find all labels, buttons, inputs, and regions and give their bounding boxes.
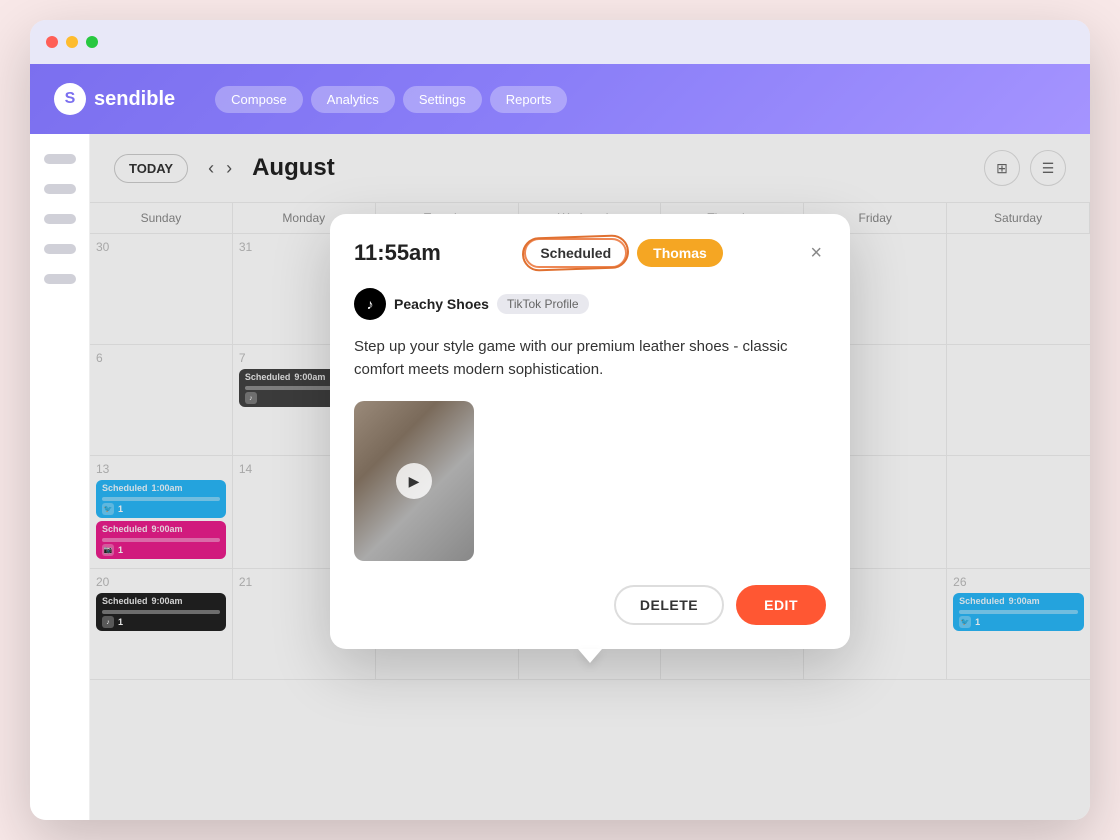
delete-button[interactable]: DELETE [614, 585, 724, 625]
event-modal: 11:55am Scheduled Thomas × ♪ Peachy Shoe… [330, 214, 850, 649]
user-badge: Thomas [637, 239, 723, 267]
nav-compose[interactable]: Compose [215, 86, 303, 113]
modal-overlay: 11:55am Scheduled Thomas × ♪ Peachy Shoe… [90, 134, 1090, 820]
modal-header: 11:55am Scheduled Thomas × [354, 238, 826, 268]
modal-time: 11:55am [354, 240, 441, 266]
logo: S sendible [54, 83, 175, 115]
modal-badges: Scheduled Thomas [524, 238, 722, 268]
sidebar-icon-3[interactable] [44, 214, 76, 224]
modal-close-button[interactable]: × [806, 239, 826, 267]
nav-reports[interactable]: Reports [490, 86, 568, 113]
account-type-badge: TikTok Profile [497, 294, 589, 314]
account-avatar: ♪ [354, 288, 386, 320]
sidebar [30, 134, 90, 820]
close-dot[interactable] [46, 36, 58, 48]
nav-settings[interactable]: Settings [403, 86, 482, 113]
logo-icon: S [54, 83, 86, 115]
logo-text: sendible [94, 88, 175, 111]
calendar-area: TODAY ‹ › August ⊞ ☰ Sunday Monday Tuesd… [90, 134, 1090, 820]
media-thumbnail: ▶ [354, 401, 474, 561]
sidebar-icon-4[interactable] [44, 244, 76, 254]
minimize-dot[interactable] [66, 36, 78, 48]
scheduled-badge: Scheduled [524, 238, 627, 268]
main-content: TODAY ‹ › August ⊞ ☰ Sunday Monday Tuesd… [30, 134, 1090, 820]
sidebar-icon-2[interactable] [44, 184, 76, 194]
account-name: Peachy Shoes [394, 296, 489, 312]
app-header: S sendible Compose Analytics Settings Re… [30, 64, 1090, 134]
header-nav: Compose Analytics Settings Reports [215, 86, 567, 113]
modal-footer: DELETE EDIT [354, 585, 826, 625]
modal-body-text: Step up your style game with our premium… [354, 336, 826, 381]
play-button[interactable]: ▶ [396, 463, 432, 499]
media-preview: ▶ [354, 401, 474, 561]
nav-analytics[interactable]: Analytics [311, 86, 395, 113]
account-row: ♪ Peachy Shoes TikTok Profile [354, 288, 826, 320]
modal-tail [578, 649, 602, 663]
browser-window: S sendible Compose Analytics Settings Re… [30, 20, 1090, 820]
sidebar-icon-5[interactable] [44, 274, 76, 284]
browser-chrome [30, 20, 1090, 64]
sidebar-icon-1[interactable] [44, 154, 76, 164]
edit-button[interactable]: EDIT [736, 585, 826, 625]
maximize-dot[interactable] [86, 36, 98, 48]
